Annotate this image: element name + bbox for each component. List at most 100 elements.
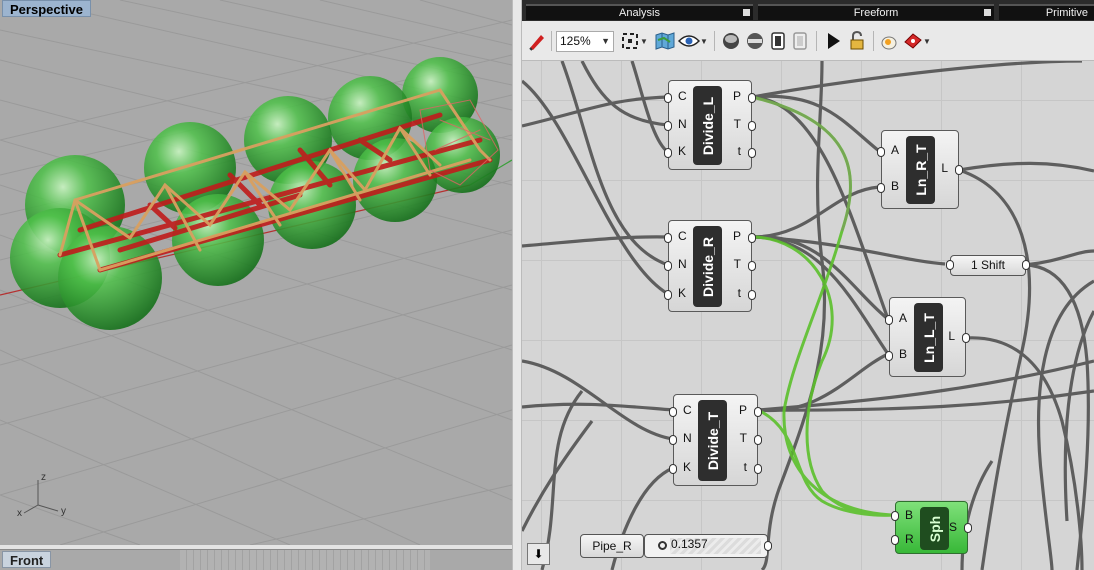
disable-all-icon[interactable] — [790, 30, 810, 52]
input-grip[interactable] — [664, 121, 672, 131]
output-t-param-label: t — [737, 144, 741, 158]
input-grip[interactable] — [664, 93, 672, 103]
output-t-label: T — [739, 431, 747, 445]
panel-splitter-vertical[interactable] — [512, 0, 522, 570]
map-icon[interactable] — [654, 30, 676, 52]
divide-curve-component-r[interactable]: C N K Divide_R P T t — [664, 220, 756, 312]
component-nickname: Divide_R — [693, 226, 722, 307]
output-grip[interactable] — [955, 165, 963, 175]
output-grip[interactable] — [748, 261, 756, 271]
toolbar-separator — [873, 31, 874, 51]
expand-icon[interactable] — [743, 9, 750, 16]
pipe-r-label: Pipe_R — [592, 539, 632, 553]
output-t-param-label: t — [737, 286, 741, 300]
component-nickname: Ln_R_T — [906, 136, 935, 204]
input-k-label: K — [683, 460, 692, 474]
toolbar-separator — [551, 31, 552, 51]
disable-icon[interactable] — [768, 30, 788, 52]
divide-curve-component-l[interactable]: C N K Divide_L P T t — [664, 80, 756, 170]
sphere-group — [10, 57, 500, 330]
run-icon[interactable] — [822, 30, 844, 52]
perspective-viewport[interactable]: Perspective z x y — [0, 0, 512, 545]
output-grip[interactable] — [764, 541, 772, 551]
input-grip[interactable] — [877, 147, 885, 157]
input-grip[interactable] — [669, 407, 677, 417]
output-grip[interactable] — [754, 464, 762, 474]
output-grip[interactable] — [754, 407, 762, 417]
pipe-r-slider-label[interactable]: Pipe_R — [580, 534, 644, 558]
slider-knob[interactable] — [658, 541, 667, 550]
input-grip[interactable] — [877, 183, 885, 193]
bake-icon[interactable] — [878, 30, 900, 52]
input-grip[interactable] — [891, 511, 899, 521]
output-grip[interactable] — [754, 435, 762, 445]
canvas-toolbar: 125% ▼ ▼ ▼ ▼ — [522, 21, 1094, 61]
input-grip[interactable] — [664, 233, 672, 243]
zoom-level-value: 125% — [560, 34, 591, 48]
grasshopper-panel: Analysis Freeform Primitive 125% ▼ ▼ ▼ ▼… — [522, 0, 1094, 570]
input-grip[interactable] — [885, 315, 893, 325]
input-c-label: C — [678, 229, 687, 243]
sketch-pen-icon[interactable] — [526, 30, 548, 52]
tab-analysis[interactable]: Analysis — [526, 4, 753, 20]
color-preset-icon[interactable]: ▼ — [902, 30, 932, 52]
component-nickname: Divide_T — [698, 400, 727, 481]
eye-icon[interactable]: ▼ — [678, 30, 708, 52]
input-grip[interactable] — [664, 148, 672, 158]
input-b-label: B — [905, 508, 914, 522]
output-grip[interactable] — [748, 233, 756, 243]
output-l-label: L — [941, 161, 948, 175]
input-r-label: R — [905, 532, 914, 546]
output-grip[interactable] — [962, 333, 970, 343]
input-grip[interactable] — [664, 261, 672, 271]
zoom-extents-icon[interactable]: ▼ — [619, 30, 649, 52]
lock-icon[interactable] — [846, 30, 868, 52]
preview-shaded-icon[interactable] — [720, 30, 742, 52]
zoom-level-select[interactable]: 125% ▼ — [556, 31, 614, 52]
wire-layer — [522, 61, 1094, 570]
output-p-label: P — [732, 229, 741, 243]
front-viewport-preview — [180, 550, 430, 570]
input-grip[interactable] — [946, 260, 954, 270]
shift-list-component[interactable]: 1 Shift — [946, 255, 1030, 276]
line-component-ln-r-t[interactable]: A B Ln_R_T L — [877, 130, 963, 209]
toolbar-separator — [816, 31, 817, 51]
sphere-component[interactable]: B R Sph S — [891, 501, 972, 554]
download-button[interactable]: ⬇ — [527, 543, 550, 565]
front-viewport-bar[interactable]: Front — [0, 549, 512, 570]
divide-curve-component-t[interactable]: C N K Divide_T P T t — [669, 394, 762, 486]
output-grip[interactable] — [1022, 260, 1030, 270]
input-n-label: N — [678, 117, 687, 131]
input-b-label: B — [899, 347, 908, 361]
output-t-param-label: t — [743, 460, 747, 474]
input-grip[interactable] — [669, 435, 677, 445]
tab-primitive-label: Primitive — [1045, 7, 1088, 19]
output-s-label: S — [948, 520, 957, 534]
axis-gizmo — [23, 480, 59, 514]
tab-freeform[interactable]: Freeform — [758, 4, 994, 20]
output-grip[interactable] — [748, 121, 756, 131]
line-component-ln-l-t[interactable]: A B Ln_L_T L — [885, 297, 970, 377]
input-grip[interactable] — [885, 351, 893, 361]
output-grip[interactable] — [964, 523, 972, 533]
viewport-title-perspective[interactable]: Perspective — [2, 0, 91, 17]
output-grip[interactable] — [748, 148, 756, 158]
toolbar-separator — [714, 31, 715, 51]
input-grip[interactable] — [891, 535, 899, 545]
input-c-label: C — [678, 89, 687, 103]
input-grip[interactable] — [664, 290, 672, 300]
component-nickname: Ln_L_T — [914, 303, 943, 372]
pipe-r-slider[interactable]: 0.1357 — [644, 534, 772, 558]
expand-icon[interactable] — [984, 9, 991, 16]
tab-primitive[interactable]: Primitive — [999, 4, 1094, 20]
output-p-label: P — [732, 89, 741, 103]
definition-canvas[interactable]: C N K Divide_L P T t C N K Divide_R P T … — [522, 61, 1094, 570]
preview-wire-icon[interactable] — [744, 30, 766, 52]
component-nickname: Sph — [920, 507, 949, 550]
slider-value: 0.1357 — [671, 537, 708, 551]
input-grip[interactable] — [669, 464, 677, 474]
output-grip[interactable] — [748, 290, 756, 300]
axis-label-z: z — [41, 472, 46, 483]
viewport-title-front[interactable]: Front — [2, 551, 52, 568]
output-grip[interactable] — [748, 93, 756, 103]
